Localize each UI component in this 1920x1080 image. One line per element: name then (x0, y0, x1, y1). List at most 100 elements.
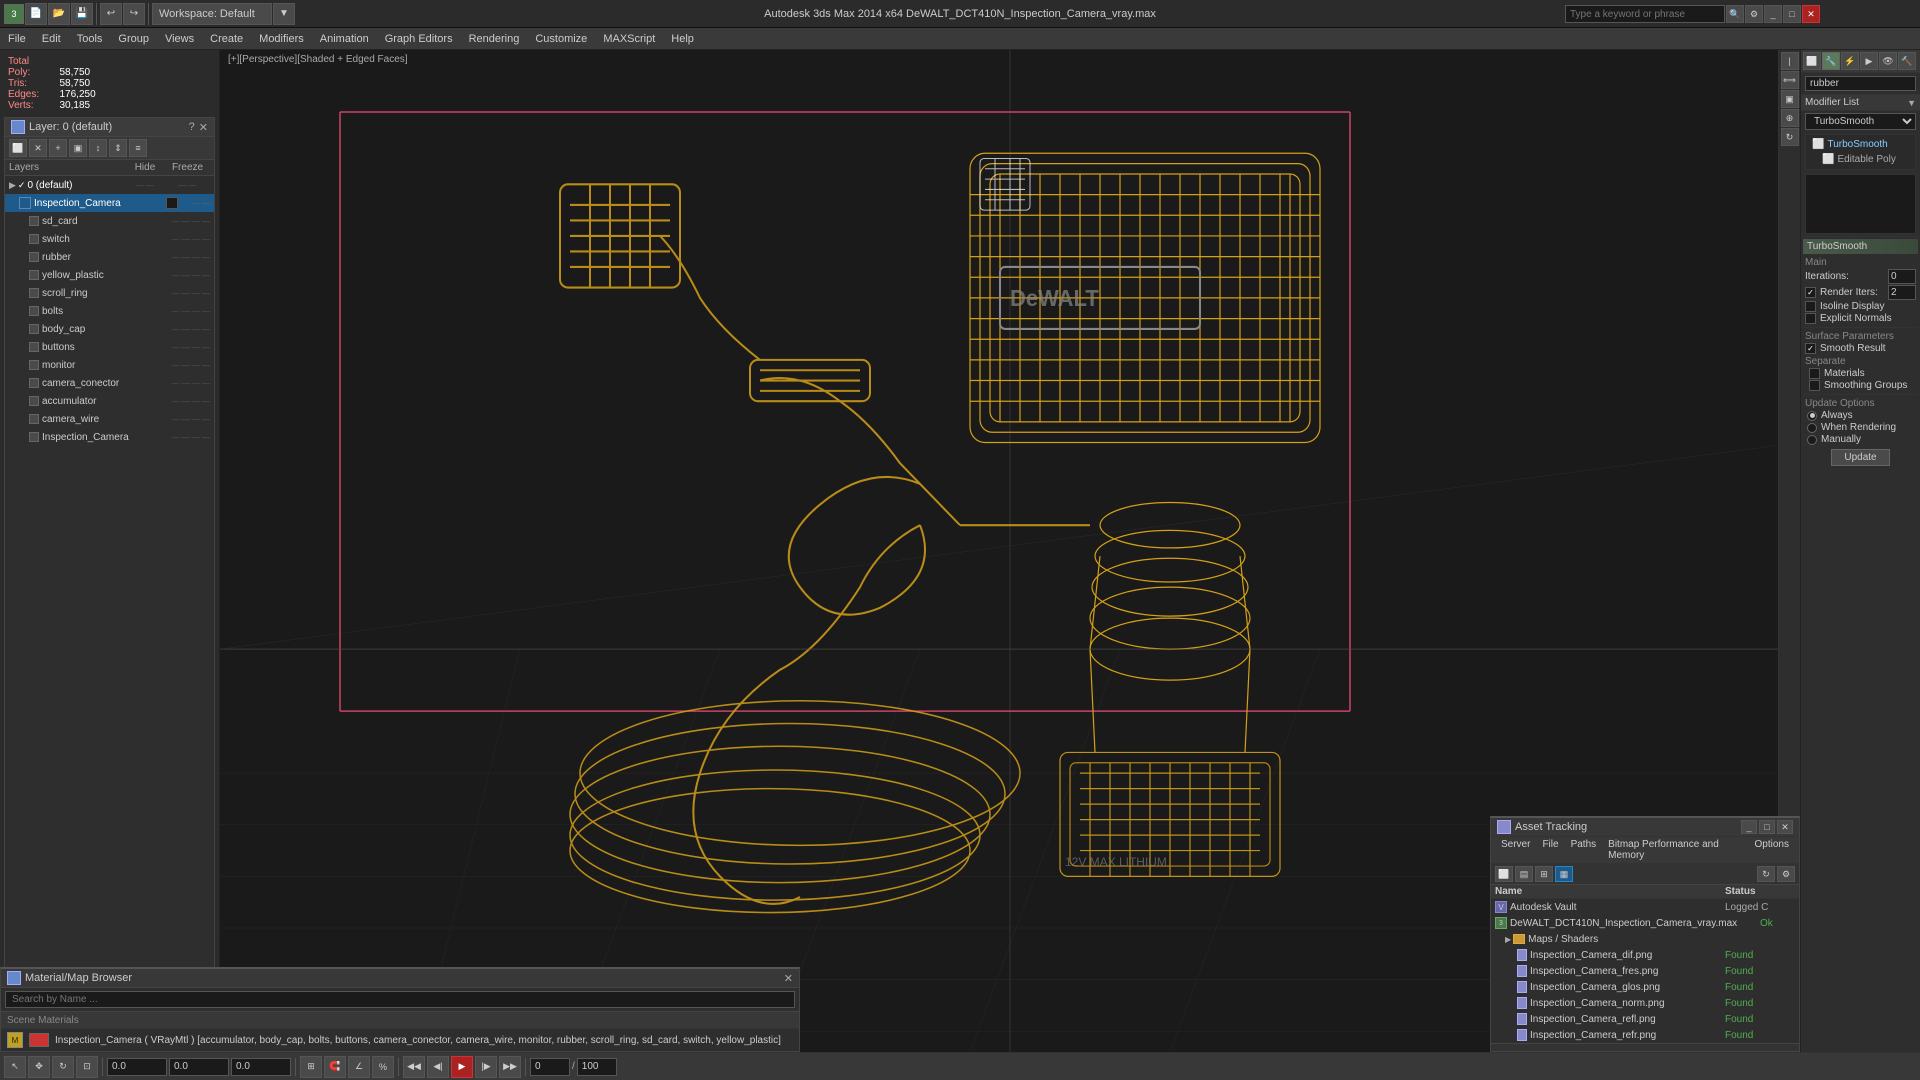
layer-row[interactable]: Inspection_Camera— —— — (5, 428, 214, 446)
at-row[interactable]: V Autodesk Vault Logged C (1491, 899, 1799, 915)
close-btn[interactable]: ✕ (1802, 5, 1820, 23)
at-row[interactable]: Inspection_Camera_fres.pngFound (1491, 963, 1799, 979)
layer-row[interactable]: switch— —— — (5, 230, 214, 248)
at-close-btn[interactable]: ✕ (1777, 820, 1793, 834)
ts-render-iters-checkbox[interactable]: ✓ (1805, 287, 1816, 298)
bb-rotate-btn[interactable]: ↻ (52, 1056, 74, 1078)
at-menu-file[interactable]: File (1536, 838, 1564, 862)
layer-tool-add[interactable]: + (49, 139, 67, 157)
at-menu-bitmap[interactable]: Bitmap Performance and Memory (1602, 838, 1748, 862)
bb-snap-btn[interactable]: 🧲 (324, 1056, 346, 1078)
menu-tools[interactable]: Tools (69, 28, 111, 50)
at-tb-btn4[interactable]: ▦ (1555, 866, 1573, 882)
layer-close-btn[interactable]: ✕ (199, 121, 208, 134)
at-row[interactable]: Inspection_Camera_refl.pngFound (1491, 1011, 1799, 1027)
layer-row[interactable]: bolts— —— — (5, 302, 214, 320)
minimize-btn[interactable]: _ (1764, 5, 1782, 23)
modifier-editable-poly[interactable]: ⬜ Editable Poly (1808, 152, 1913, 167)
rp-icon-create[interactable]: ⬜ (1803, 52, 1821, 70)
bb-step-forward-btn[interactable]: |▶ (475, 1056, 497, 1078)
layer-row[interactable]: rubber— —— — (5, 248, 214, 266)
layer-row[interactable]: Inspection_Camera — — (5, 194, 214, 212)
menu-rendering[interactable]: Rendering (461, 28, 528, 50)
bb-end-frame-input[interactable] (577, 1058, 617, 1076)
ts-smoothing-groups-checkbox[interactable] (1809, 380, 1820, 391)
menu-create[interactable]: Create (202, 28, 251, 50)
ts-render-iters-input[interactable] (1888, 285, 1916, 300)
at-row[interactable]: Inspection_Camera_norm.pngFound (1491, 995, 1799, 1011)
modifier-list-expand[interactable]: ▼ (1907, 98, 1916, 108)
at-row[interactable]: 3 DeWALT_DCT410N_Inspection_Camera_vray.… (1491, 915, 1799, 931)
rp-icon-motion[interactable]: ▶ (1860, 52, 1878, 70)
at-tb-settings[interactable]: ⚙ (1777, 866, 1795, 882)
menu-file[interactable]: File (0, 28, 34, 50)
rp-icon-modify[interactable]: 🔧 (1822, 52, 1840, 70)
layer-row[interactable]: camera_conector— —— — (5, 374, 214, 392)
bb-scale-btn[interactable]: ⊡ (76, 1056, 98, 1078)
layer-tool-move[interactable]: ↕ (89, 139, 107, 157)
bb-frame-input[interactable] (530, 1058, 570, 1076)
mat-search-input[interactable] (5, 991, 795, 1008)
layer-tool-more[interactable]: ≡ (129, 139, 147, 157)
rp-icon-hierarchy[interactable]: ⚡ (1841, 52, 1859, 70)
layer-row[interactable]: sd_card— —— — (5, 212, 214, 230)
object-name-input[interactable] (1805, 76, 1916, 91)
bb-x-input[interactable] (107, 1058, 167, 1076)
at-menu-server[interactable]: Server (1495, 838, 1536, 862)
ts-iterations-input[interactable] (1888, 269, 1916, 284)
menu-graph-editors[interactable]: Graph Editors (377, 28, 461, 50)
layer-tool-select[interactable]: ▣ (69, 139, 87, 157)
vr-icon-4[interactable]: ⊕ (1781, 109, 1799, 127)
ts-smooth-result-checkbox[interactable]: ✓ (1805, 343, 1816, 354)
at-maximize-btn[interactable]: □ (1759, 820, 1775, 834)
menu-maxscript[interactable]: MAXScript (595, 28, 663, 50)
at-row[interactable]: Inspection_Camera_dif.pngFound (1491, 947, 1799, 963)
layer-tool-move2[interactable]: ⇕ (109, 139, 127, 157)
bb-y-input[interactable] (169, 1058, 229, 1076)
new-btn[interactable]: 📄 (25, 3, 47, 25)
menu-modifiers[interactable]: Modifiers (251, 28, 312, 50)
vr-icon-2[interactable]: ⟺ (1781, 71, 1799, 89)
ts-materials-checkbox[interactable] (1809, 368, 1820, 379)
bb-select-btn[interactable]: ↖ (4, 1056, 26, 1078)
at-tb-btn2[interactable]: ▤ (1515, 866, 1533, 882)
at-tb-btn3[interactable]: ⊞ (1535, 866, 1553, 882)
at-menu-options[interactable]: Options (1749, 838, 1795, 862)
at-tb-refresh[interactable]: ↻ (1757, 866, 1775, 882)
bb-grid-btn[interactable]: ⊞ (300, 1056, 322, 1078)
ts-when-rendering-radio[interactable] (1807, 423, 1817, 433)
open-btn[interactable]: 📂 (48, 3, 70, 25)
vr-icon-1[interactable]: | (1781, 52, 1799, 70)
layer-row[interactable]: camera_wire— —— — (5, 410, 214, 428)
bb-z-input[interactable] (231, 1058, 291, 1076)
rp-icon-display[interactable]: 👁 (1879, 52, 1897, 70)
bb-step-back-btn[interactable]: ◀| (427, 1056, 449, 1078)
layer-row[interactable]: accumulator— —— — (5, 392, 214, 410)
workspace-expand-icon[interactable]: ▼ (273, 3, 295, 25)
bb-stop-btn[interactable]: ▶ (451, 1056, 473, 1078)
menu-edit[interactable]: Edit (34, 28, 69, 50)
search-icon[interactable]: 🔍 (1726, 5, 1744, 23)
workspace-dropdown[interactable]: Workspace: Default (152, 3, 272, 25)
bb-play-btn[interactable]: ◀◀ (403, 1056, 425, 1078)
layer-row[interactable]: body_cap— —— — (5, 320, 214, 338)
menu-help[interactable]: Help (663, 28, 702, 50)
bb-move-btn[interactable]: ✥ (28, 1056, 50, 1078)
bb-angle-snap-btn[interactable]: ∠ (348, 1056, 370, 1078)
at-row[interactable]: ▶ Maps / Shaders (1491, 931, 1799, 947)
layer-row[interactable]: buttons— —— — (5, 338, 214, 356)
undo-btn[interactable]: ↩ (100, 3, 122, 25)
global-search-input[interactable] (1565, 5, 1725, 23)
menu-group[interactable]: Group (110, 28, 157, 50)
menu-views[interactable]: Views (157, 28, 202, 50)
vr-icon-3[interactable]: ▣ (1781, 90, 1799, 108)
ts-isoline-checkbox[interactable] (1805, 301, 1816, 312)
layer-row[interactable]: monitor— —— — (5, 356, 214, 374)
search-options-btn[interactable]: ⚙ (1745, 5, 1763, 23)
redo-btn[interactable]: ↪ (123, 3, 145, 25)
modifier-turbosmooth[interactable]: ⬜ TurboSmooth (1808, 137, 1913, 152)
menu-animation[interactable]: Animation (312, 28, 377, 50)
layer-tool-delete[interactable]: ✕ (29, 139, 47, 157)
save-btn[interactable]: 💾 (71, 3, 93, 25)
layer-help-btn[interactable]: ? (189, 121, 195, 133)
